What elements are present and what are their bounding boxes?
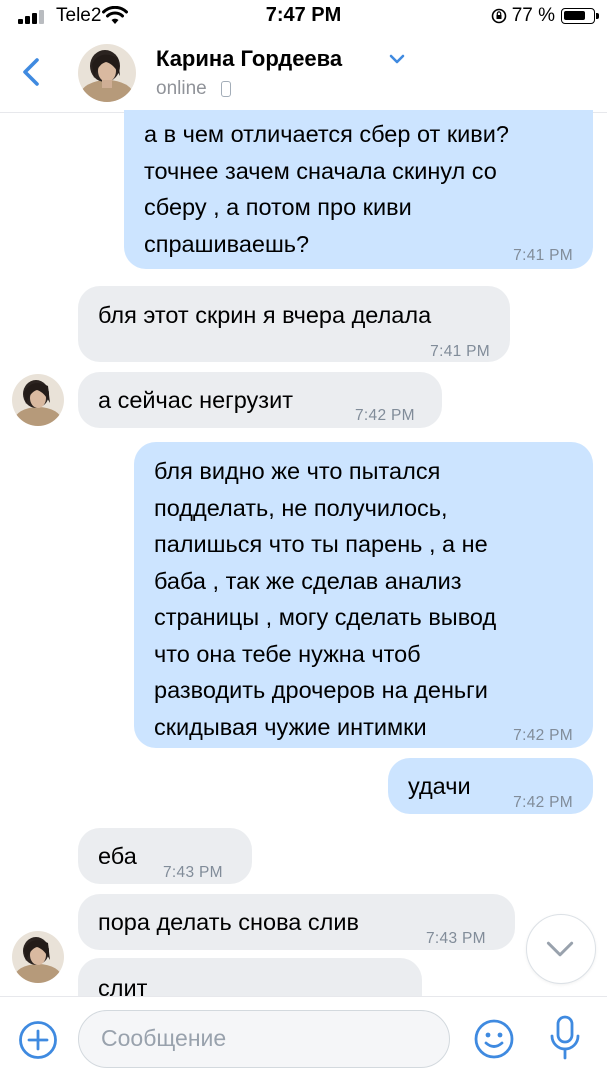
message-outgoing[interactable]: а в чем отличается сбер от киви? точнее … xyxy=(124,110,593,269)
message-incoming[interactable]: слит xyxy=(78,958,422,996)
battery-percent: 77 % xyxy=(511,5,555,26)
message-incoming[interactable]: пора делать снова слив 7:43 PM xyxy=(78,894,515,950)
message-text: бля этот скрин я вчера делала xyxy=(98,302,432,328)
sender-avatar[interactable] xyxy=(12,374,64,426)
message-outgoing[interactable]: бля видно же что пытался подделать, не п… xyxy=(134,442,593,748)
message-input-placeholder: Сообщение xyxy=(101,1025,227,1051)
message-text: удачи xyxy=(408,773,471,799)
message-text: пора делать снова слив xyxy=(98,909,359,935)
message-time: 7:41 PM xyxy=(513,247,573,264)
message-input[interactable]: Сообщение xyxy=(78,1010,450,1068)
contact-status: online xyxy=(156,78,207,99)
message-time: 7:42 PM xyxy=(513,794,573,811)
mobile-icon xyxy=(221,81,231,97)
message-time: 7:42 PM xyxy=(513,727,573,744)
message-text: а сейчас негрузит xyxy=(98,387,293,413)
message-time: 7:43 PM xyxy=(163,864,223,881)
contact-avatar[interactable] xyxy=(78,44,136,102)
message-composer: Сообщение xyxy=(0,996,607,1081)
message-outgoing[interactable]: удачи 7:42 PM xyxy=(388,758,593,814)
sender-avatar[interactable] xyxy=(12,931,64,983)
scroll-down-icon xyxy=(546,941,574,957)
chat-header: Карина Гордеева online xyxy=(0,34,607,113)
message-text: а в чем отличается сбер от киви? точнее … xyxy=(144,121,509,257)
battery-icon xyxy=(561,8,599,24)
message-text: бля видно же что пытался подделать, не п… xyxy=(154,458,497,740)
smile-icon[interactable] xyxy=(472,1017,516,1061)
message-time: 7:41 PM xyxy=(430,343,490,360)
message-incoming[interactable]: еба 7:43 PM xyxy=(78,828,252,884)
contact-name[interactable]: Карина Гордеева xyxy=(156,46,342,72)
message-text: слит xyxy=(98,975,148,996)
back-icon[interactable] xyxy=(14,52,48,92)
plus-icon[interactable] xyxy=(18,1020,58,1060)
rotation-lock-icon xyxy=(491,8,507,24)
message-incoming[interactable]: а сейчас негрузит 7:42 PM xyxy=(78,372,442,428)
message-time: 7:42 PM xyxy=(355,407,415,424)
scroll-down-button[interactable] xyxy=(526,914,596,984)
message-text: еба xyxy=(98,843,137,869)
status-bar: Tele2 7:47 PM 77 % xyxy=(0,0,607,34)
chevron-down-icon[interactable] xyxy=(388,52,406,66)
microphone-icon[interactable] xyxy=(548,1014,582,1062)
message-time: 7:43 PM xyxy=(426,930,486,947)
message-incoming[interactable]: бля этот скрин я вчера делала 7:41 PM xyxy=(78,286,510,362)
